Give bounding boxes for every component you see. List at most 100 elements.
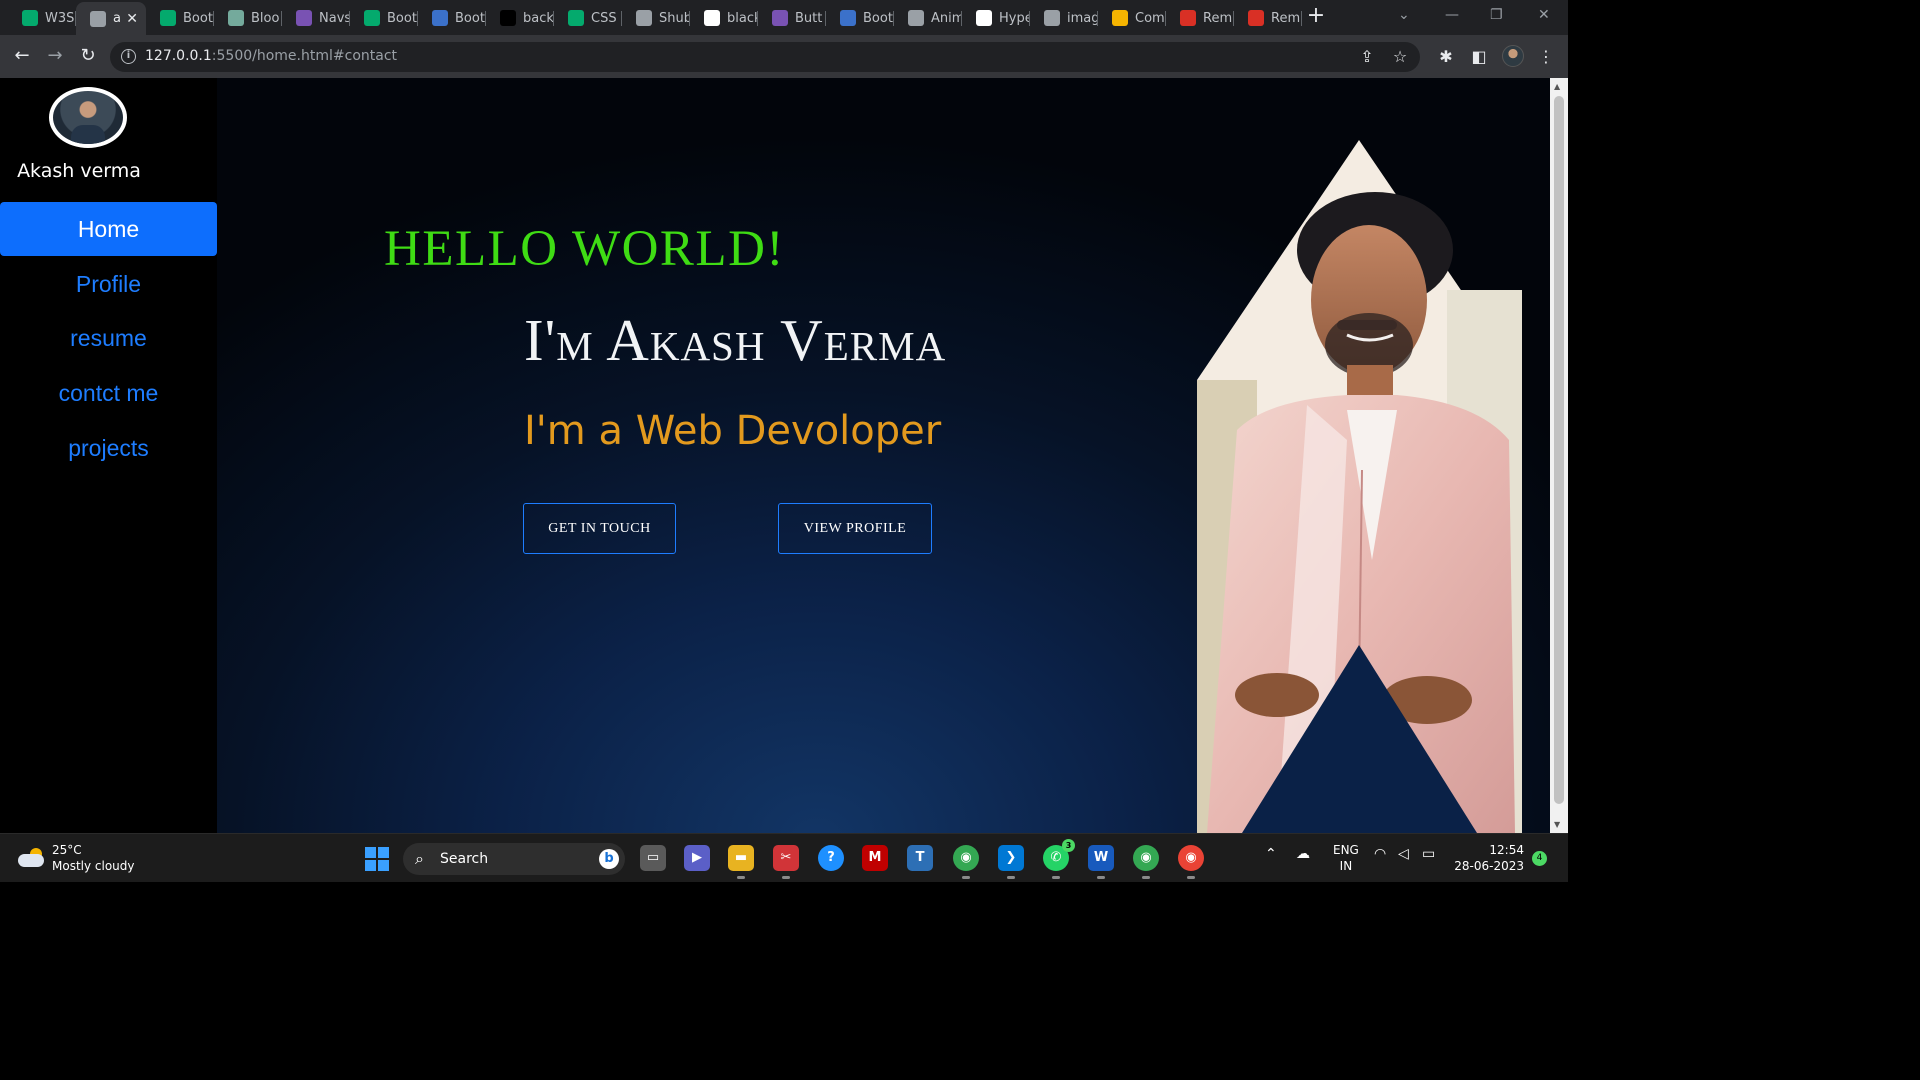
tab-label: a xyxy=(113,11,121,26)
tray-overflow-icon[interactable]: ⌃ xyxy=(1265,846,1277,862)
browser-tab[interactable]: imag xyxy=(1030,5,1098,31)
close-window-button[interactable]: ✕ xyxy=(1538,7,1550,23)
url-host: 127.0.0.1 xyxy=(145,48,212,64)
chrome-icon[interactable]: ◉ xyxy=(953,845,979,879)
tab-label: Anim xyxy=(931,10,962,26)
browser-tab[interactable]: Boot xyxy=(146,5,214,31)
new-tab-button[interactable]: + xyxy=(1305,5,1327,28)
taskbar-search[interactable]: ⌕ Search b xyxy=(403,843,625,875)
browser-tab[interactable]: Com xyxy=(1098,5,1166,31)
tab-label: black xyxy=(727,10,758,26)
tab-search-icon[interactable]: ⌄ xyxy=(1398,7,1410,23)
browser-tab[interactable]: black xyxy=(690,5,758,31)
browser-tab[interactable]: a ✕ xyxy=(76,2,146,35)
minimize-button[interactable]: — xyxy=(1445,7,1459,23)
side-panel-icon[interactable]: ◧ xyxy=(1469,47,1489,67)
sidebar: Akash verma Home Profile resume contct me pr… xyxy=(0,78,217,833)
word-icon[interactable]: W xyxy=(1088,845,1114,879)
google-icon xyxy=(704,10,720,26)
get-in-touch-button[interactable]: GET IN TOUCH xyxy=(523,503,676,554)
sidebar-item-0[interactable]: Home xyxy=(0,202,217,256)
tab-label: Boot xyxy=(455,10,485,26)
start-button[interactable] xyxy=(365,847,389,871)
globe-icon xyxy=(636,10,652,26)
mdb-icon xyxy=(432,10,448,26)
volume-icon[interactable]: ◁ xyxy=(1398,846,1409,862)
remove-bg-icon xyxy=(1248,10,1264,26)
view-profile-button[interactable]: VIEW PROFILE xyxy=(778,503,932,554)
browser-tab[interactable]: Boot xyxy=(418,5,486,31)
address-bar[interactable]: i 127.0.0.1:5500/home.html#contact xyxy=(110,42,1420,72)
chrome-profile-2-icon[interactable]: ◉ xyxy=(1178,845,1204,879)
share-icon[interactable]: ⇪ xyxy=(1357,47,1377,67)
bing-icon[interactable]: b xyxy=(599,849,619,869)
app-icon[interactable]: T xyxy=(907,845,933,871)
file-explorer-icon[interactable]: ▬ xyxy=(728,845,754,879)
browser-tab[interactable]: Boot xyxy=(350,5,418,31)
bootstrap-icon xyxy=(296,10,312,26)
chrome-profile-icon[interactable]: ◉ xyxy=(1133,845,1159,879)
browser-tab[interactable]: Navs xyxy=(282,5,350,31)
tab-label: Boot xyxy=(183,10,213,26)
site-info-icon[interactable]: i xyxy=(121,49,136,64)
profile-avatar[interactable] xyxy=(1502,45,1524,67)
browser-toolbar: ← → ↻ i 127.0.0.1:5500/home.html#contact… xyxy=(0,35,1568,78)
vscode-icon[interactable]: ❯ xyxy=(998,845,1024,879)
back-icon[interactable]: ← xyxy=(10,45,34,69)
tab-label: Hype xyxy=(999,10,1030,26)
browser-tab[interactable]: CSS xyxy=(554,5,622,31)
task-view-icon[interactable]: ▭ xyxy=(640,845,666,871)
lang-primary: ENG xyxy=(1333,843,1359,857)
wifi-icon[interactable]: ◠ xyxy=(1374,846,1386,862)
browser-tab[interactable]: Rem xyxy=(1166,5,1234,31)
weather-temp: 25°C xyxy=(52,843,82,857)
maximize-button[interactable]: ❐ xyxy=(1490,7,1503,23)
close-tab-icon[interactable]: ✕ xyxy=(126,11,138,27)
sidebar-item-3[interactable]: contct me xyxy=(0,366,217,420)
tab-label: Shub xyxy=(659,10,690,26)
url-text[interactable]: 127.0.0.1:5500/home.html#contact xyxy=(145,48,397,64)
bookmark-star-icon[interactable]: ☆ xyxy=(1390,47,1410,67)
clock-date: 28-06-2023 xyxy=(1454,859,1524,873)
extensions-icon[interactable]: ✱ xyxy=(1436,47,1456,67)
weather-condition: Mostly cloudy xyxy=(52,859,135,873)
browser-tab[interactable]: Bloo xyxy=(214,5,282,31)
mcafee-icon[interactable]: M xyxy=(862,845,888,871)
onedrive-icon[interactable]: ☁ xyxy=(1296,846,1310,862)
browser-tab[interactable]: Shub xyxy=(622,5,690,31)
browser-tab[interactable]: Hype xyxy=(962,5,1030,31)
sidebar-item-1[interactable]: Profile xyxy=(0,257,217,311)
browser-tab[interactable]: back xyxy=(486,5,554,31)
mdb-icon xyxy=(840,10,856,26)
help-icon[interactable]: ? xyxy=(818,845,844,871)
browser-tab[interactable]: W3S xyxy=(8,5,76,31)
reload-icon[interactable]: ↻ xyxy=(76,45,100,69)
tab-label: Com xyxy=(1135,10,1165,26)
snipping-tool-icon[interactable]: ✂ xyxy=(773,845,799,879)
lang-region: IN xyxy=(1339,859,1353,873)
browser-tab[interactable]: Rem xyxy=(1234,5,1302,31)
notification-badge[interactable]: 4 xyxy=(1532,851,1547,866)
battery-icon[interactable]: ▭ xyxy=(1422,846,1435,862)
menu-kebab-icon[interactable]: ⋮ xyxy=(1536,47,1556,67)
sidebar-item-4[interactable]: projects xyxy=(0,421,217,475)
weather-widget[interactable]: 25°C Mostly cloudy xyxy=(18,842,135,874)
browser-tab[interactable]: Boot xyxy=(826,5,894,31)
whatsapp-icon[interactable]: ✆ 3 xyxy=(1043,839,1075,879)
teams-chat-icon[interactable]: ▶ xyxy=(684,845,710,871)
scroll-up-icon[interactable]: ▲ xyxy=(1554,82,1560,91)
forward-icon[interactable]: → xyxy=(43,45,67,69)
clock[interactable]: 12:54 28-06-2023 xyxy=(1452,842,1524,874)
scrollbar-thumb[interactable] xyxy=(1554,96,1564,804)
browser-tab[interactable]: Anim xyxy=(894,5,962,31)
profile-name: Akash verma xyxy=(17,160,141,182)
tab-label: Boot xyxy=(863,10,893,26)
language-indicator[interactable]: ENG IN xyxy=(1333,842,1359,874)
sidebar-item-2[interactable]: resume xyxy=(0,311,217,365)
sidebar-nav: Home Profile resume contct me projects xyxy=(0,202,217,475)
tab-label: Bloo xyxy=(251,10,280,26)
scroll-down-icon[interactable]: ▼ xyxy=(1554,820,1560,829)
browser-tab[interactable]: Butt xyxy=(758,5,826,31)
tab-label: W3S xyxy=(45,10,75,26)
page-scrollbar[interactable]: ▲ ▼ xyxy=(1550,78,1568,833)
